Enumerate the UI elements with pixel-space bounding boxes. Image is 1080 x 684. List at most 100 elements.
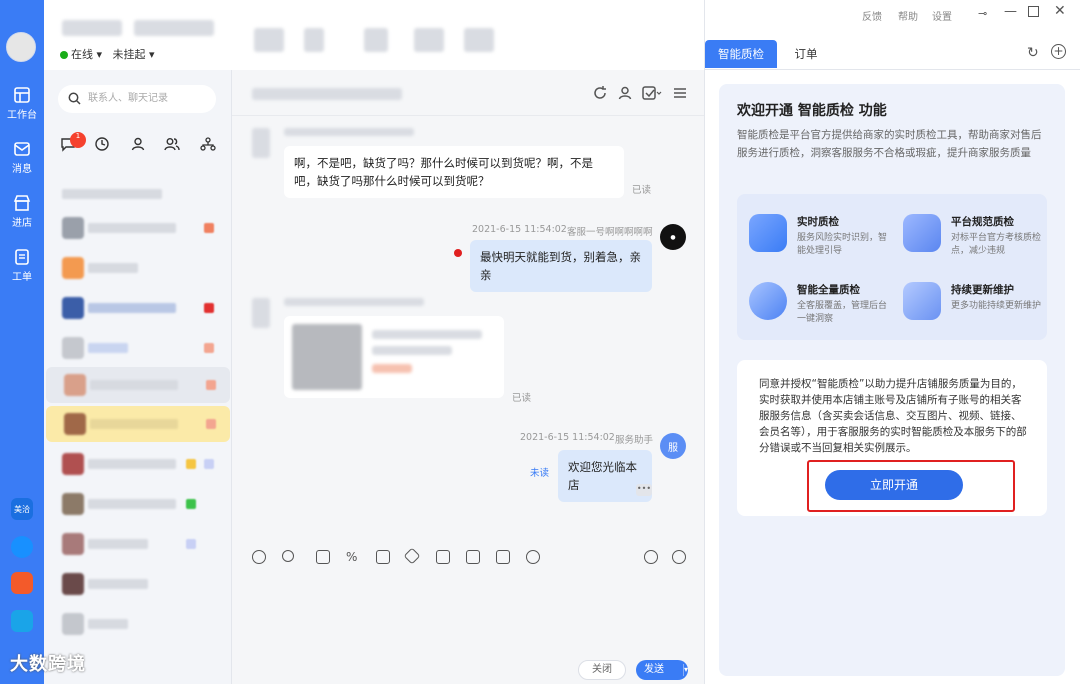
product-card[interactable] xyxy=(284,316,504,398)
store-info-blur xyxy=(364,28,388,52)
image-icon[interactable] xyxy=(376,550,390,564)
app-meiqia[interactable]: 美洽 xyxy=(11,498,33,520)
tab-quality-check[interactable]: 智能质检 xyxy=(705,40,777,68)
search-goods-icon[interactable] xyxy=(526,550,540,564)
nav-ticket-label: 工单 xyxy=(12,272,32,283)
store-info-blur xyxy=(464,28,494,52)
app-tool-icon[interactable] xyxy=(11,610,33,632)
conversation-item[interactable] xyxy=(44,290,232,324)
shop-bag-icon[interactable] xyxy=(496,550,510,564)
feature-title: 智能全量质检 xyxy=(797,284,860,296)
conversation-tag xyxy=(186,459,196,469)
contact-tab-icon[interactable] xyxy=(130,136,146,152)
conversation-tag xyxy=(204,459,214,469)
conversation-name-blur xyxy=(88,343,128,353)
conversation-name-blur xyxy=(88,223,176,233)
conversation-item[interactable] xyxy=(44,330,232,364)
customer-avatar xyxy=(252,128,270,158)
search-input[interactable]: 联系人、聊天记录 xyxy=(58,85,216,113)
conversation-item[interactable] xyxy=(44,606,232,640)
reload-icon[interactable]: ↻ xyxy=(1027,45,1039,61)
window-topbar: 反馈 帮助 设置 ⊸ — ✕ xyxy=(704,0,1080,28)
agreement-text: 同意并授权“智能质检”以助力提升店铺服务质量为目的，实时获取并使用本店铺主账号及… xyxy=(759,378,1027,454)
panel-title: 欢迎开通 智能质检 功能 xyxy=(737,103,887,119)
nav-workbench[interactable]: 工作台 xyxy=(0,86,44,121)
user-avatar[interactable] xyxy=(6,32,36,62)
feature-title: 实时质检 xyxy=(797,216,839,228)
org-tab-icon[interactable] xyxy=(200,136,216,152)
status-bar: 在线 ▾ 未挂起 ▾ xyxy=(60,46,155,62)
agreement-box: 同意并授权“智能质检”以助力提升店铺服务质量为目的，实时获取并使用本店铺主账号及… xyxy=(737,360,1047,516)
nav-store[interactable]: 进店 xyxy=(0,194,44,229)
online-dot-icon xyxy=(60,51,68,59)
group-tab-icon[interactable] xyxy=(164,136,180,152)
history-tab-icon[interactable] xyxy=(94,136,110,152)
settings-link[interactable]: 设置 xyxy=(932,8,952,23)
conversation-name-blur xyxy=(88,499,176,509)
message-icon xyxy=(14,142,30,156)
conversation-item[interactable] xyxy=(44,526,232,560)
tab-orders[interactable]: 订单 xyxy=(791,40,821,68)
compass-icon[interactable] xyxy=(644,550,658,564)
conversation-item-highlighted[interactable] xyxy=(46,406,230,442)
quality-intro-card: 欢迎开通 智能质检 功能 智能质检是平台官方提供给商家的实时质检工具，帮助商家对… xyxy=(719,84,1065,676)
conversation-item[interactable] xyxy=(44,210,232,244)
conversation-item-selected[interactable] xyxy=(46,367,230,403)
conversation-item[interactable] xyxy=(44,566,232,600)
quality-panel: 反馈 帮助 设置 ⊸ — ✕ 智能质检 订单 ↻ + 欢迎开通 智能质检 功能 … xyxy=(704,0,1080,684)
minimize-icon[interactable]: — xyxy=(1004,4,1017,19)
task-check-icon[interactable] xyxy=(642,85,662,101)
document-icon[interactable] xyxy=(436,550,450,564)
conversation-item[interactable] xyxy=(44,176,232,210)
conversation-item[interactable] xyxy=(44,446,232,480)
conversation-avatar xyxy=(64,413,86,435)
menu-icon[interactable] xyxy=(672,85,688,101)
status-hangup[interactable]: 未挂起 xyxy=(113,48,146,61)
assistant-avatar: 服 xyxy=(660,433,686,459)
help-link[interactable]: 帮助 xyxy=(898,8,918,23)
close-icon[interactable]: ✕ xyxy=(1054,3,1066,19)
refresh-icon[interactable] xyxy=(592,85,608,101)
read-status: 已读 xyxy=(632,185,652,196)
feature-item: 实时质检 服务风险实时识别，智能处理引导 xyxy=(749,210,889,270)
feedback-link[interactable]: 反馈 xyxy=(862,8,882,23)
panel-description: 智能质检是平台官方提供给商家的实时质检工具，帮助商家对售后服务进行质检，洞察客服… xyxy=(737,129,1042,159)
nav-ticket[interactable]: 工单 xyxy=(0,248,44,283)
send-dropdown-icon[interactable]: ▾ xyxy=(684,660,688,680)
pin-icon[interactable]: ⊸ xyxy=(978,7,987,20)
upload-icon[interactable] xyxy=(316,550,330,564)
add-card-icon[interactable] xyxy=(466,550,480,564)
read-status: 已读 xyxy=(512,393,532,404)
emoji-icon[interactable] xyxy=(252,550,266,564)
store-icon xyxy=(13,195,31,211)
app-shop-icon[interactable] xyxy=(11,572,33,594)
diamond-icon[interactable] xyxy=(403,547,421,565)
settings-chat-icon[interactable] xyxy=(672,550,686,564)
conversation-item[interactable] xyxy=(44,486,232,520)
unread-status: 未读 xyxy=(530,468,550,479)
more-options-icon[interactable]: ••• xyxy=(636,484,652,496)
conversation-name-blur xyxy=(62,189,162,199)
scissors-icon[interactable] xyxy=(282,550,294,562)
user-icon[interactable] xyxy=(617,85,633,101)
message-time: 2021-6-15 11:54:02 xyxy=(520,432,615,443)
app-chat-icon[interactable] xyxy=(11,536,33,558)
panel-tabs: 智能质检 订单 ↻ + xyxy=(705,40,1080,70)
conversation-avatar xyxy=(62,493,84,515)
conversation-item[interactable] xyxy=(44,250,232,284)
chat-tab-icon[interactable]: 1 xyxy=(60,132,86,152)
store-name-blur xyxy=(62,20,122,36)
nav-store-label: 进店 xyxy=(12,218,32,229)
add-icon[interactable]: + xyxy=(1051,44,1066,59)
maximize-icon[interactable] xyxy=(1028,6,1039,17)
open-now-button[interactable]: 立即开通 xyxy=(825,470,963,500)
nav-message[interactable]: 消息 xyxy=(0,140,44,175)
unread-badge: 1 xyxy=(70,132,86,148)
close-button[interactable]: 关闭 xyxy=(578,660,626,680)
product-price-blur xyxy=(372,364,412,373)
send-button[interactable]: 发送 ▾ xyxy=(636,660,688,680)
percent-icon[interactable]: % xyxy=(346,550,360,564)
status-online[interactable]: 在线 xyxy=(71,48,93,61)
conversation-tag xyxy=(186,499,196,509)
message-sender: 服务助手 xyxy=(615,435,654,446)
